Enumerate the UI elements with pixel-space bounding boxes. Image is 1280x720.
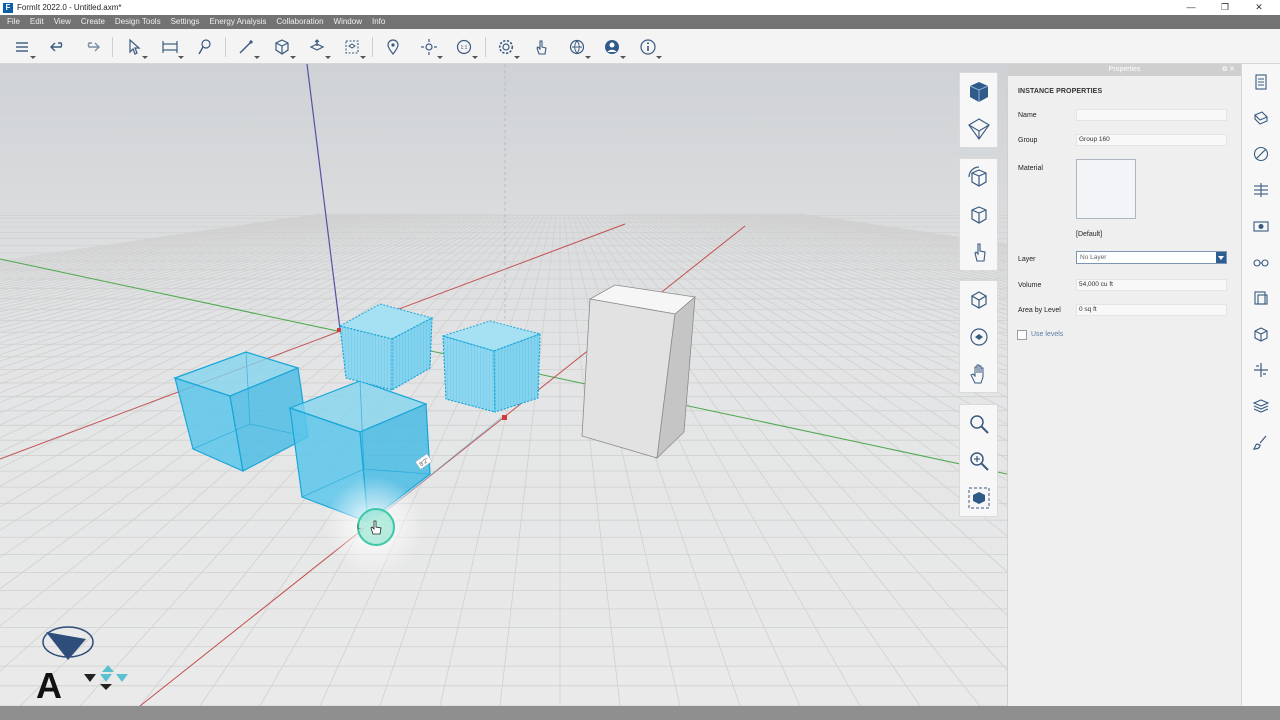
3d-scene[interactable]: 8'2" L A — [0, 64, 1007, 706]
materials-icon[interactable] — [1242, 100, 1280, 136]
menu-view[interactable]: View — [49, 15, 76, 29]
use-levels-label[interactable]: Use levels — [1031, 331, 1063, 338]
name-field[interactable] — [1076, 109, 1227, 121]
scenes-icon[interactable] — [1242, 208, 1280, 244]
layer-select-value: No Layer — [1080, 254, 1107, 261]
groups-icon[interactable] — [1242, 316, 1280, 352]
menu-energy-analysis[interactable]: Energy Analysis — [204, 15, 271, 29]
layers-icon[interactable] — [10, 35, 36, 59]
status-bar — [0, 706, 1280, 720]
push-pull-icon[interactable] — [305, 35, 331, 59]
walk-icon[interactable] — [960, 233, 997, 270]
redo-icon[interactable] — [80, 35, 104, 59]
layer-select[interactable]: No Layer — [1076, 251, 1227, 264]
properties-panel-header: Properties ⧉ ✕ — [1008, 64, 1241, 76]
scale-icon[interactable]: 1:1 — [452, 35, 478, 59]
menu-window[interactable]: Window — [329, 15, 367, 29]
window-title: FormIt 2022.0 - Untitled.axm* — [17, 3, 122, 12]
main-toolbar: 1:1 — [0, 29, 1280, 64]
menu-design-tools[interactable]: Design Tools — [110, 15, 166, 29]
chevron-down-icon[interactable] — [1216, 252, 1226, 263]
draw-line-icon[interactable] — [234, 35, 260, 59]
selected-cube-back-right[interactable] — [441, 320, 542, 413]
cursor-snap-label: L — [357, 524, 361, 531]
levels-icon[interactable] — [1242, 172, 1280, 208]
hand-gesture-icon[interactable] — [529, 35, 553, 59]
use-levels-checkbox[interactable] — [1017, 330, 1027, 340]
orbit-nav-group — [959, 158, 998, 271]
paint-palette-icon[interactable] — [1242, 424, 1280, 460]
snap-point-marker — [502, 415, 507, 420]
plugins-icon[interactable] — [1242, 352, 1280, 388]
orbit-icon[interactable] — [960, 281, 997, 318]
minimize-button[interactable]: — — [1174, 0, 1208, 15]
svg-text:A: A — [36, 665, 62, 706]
look-cube-icon[interactable] — [960, 196, 997, 233]
title-bar: F FormIt 2022.0 - Untitled.axm* — ❐ ✕ — [0, 0, 1280, 15]
gray-box-solid[interactable] — [581, 284, 696, 460]
right-panel-dock — [1241, 64, 1280, 706]
zoom-extents-icon[interactable] — [960, 479, 997, 516]
restore-button[interactable]: ❐ — [1208, 0, 1242, 15]
zoom-icon[interactable] — [960, 405, 997, 442]
formit-window: F FormIt 2022.0 - Untitled.axm* — ❐ ✕ Fi… — [0, 0, 1280, 720]
group-label: Group — [1018, 137, 1038, 144]
menu-settings[interactable]: Settings — [166, 15, 205, 29]
zoom-nav-group — [959, 404, 998, 517]
orbit-cube-icon[interactable] — [960, 159, 997, 196]
perspective-icon[interactable] — [960, 110, 997, 147]
view-nav-group — [959, 72, 998, 148]
volume-label: Volume — [1018, 282, 1042, 289]
view-cube-icon[interactable] — [960, 73, 997, 110]
properties-panel-title: Properties — [1108, 66, 1141, 73]
camera-nav-group — [959, 280, 998, 393]
3d-viewport[interactable]: 8'2" L A — [0, 64, 1007, 706]
share-icon[interactable] — [565, 35, 591, 59]
formit-logo: F — [3, 2, 13, 13]
location-icon[interactable] — [381, 35, 405, 59]
sketch-icon[interactable] — [1242, 136, 1280, 172]
paint-icon[interactable] — [193, 35, 217, 59]
visual-style-icon[interactable] — [1242, 244, 1280, 280]
tape-measure-icon[interactable] — [158, 35, 184, 59]
pan-hand-icon[interactable] — [960, 355, 997, 392]
menu-edit[interactable]: Edit — [25, 15, 49, 29]
layers-panel-icon[interactable] — [1242, 388, 1280, 424]
group-icon[interactable] — [340, 35, 366, 59]
menu-info[interactable]: Info — [367, 15, 390, 29]
account-icon[interactable] — [600, 35, 626, 59]
info-icon[interactable] — [636, 35, 662, 59]
material-value: [Default] — [1076, 231, 1103, 238]
svg-text:1:1: 1:1 — [461, 45, 468, 51]
menu-collaboration[interactable]: Collaboration — [271, 15, 328, 29]
sun-icon[interactable] — [417, 35, 443, 59]
instance-properties-title: INSTANCE PROPERTIES — [1018, 88, 1103, 95]
menu-bar: File Edit View Create Design Tools Setti… — [0, 15, 1280, 29]
material-label: Material — [1018, 165, 1043, 172]
material-swatch[interactable] — [1076, 159, 1136, 219]
zoom-window-icon[interactable] — [960, 442, 997, 479]
cube-primitive-icon[interactable] — [270, 35, 296, 59]
properties-panel: Properties ⧉ ✕ INSTANCE PROPERTIES Name … — [1007, 64, 1241, 706]
group-field[interactable]: Group 160 — [1076, 134, 1227, 146]
autodesk-logo: A — [36, 665, 62, 706]
area-by-level-label: Area by Level — [1018, 307, 1061, 314]
settings-icon[interactable] — [494, 35, 520, 59]
area-by-level-field: 0 sq ft — [1076, 304, 1227, 316]
snap-point-marker — [337, 328, 341, 332]
volume-field: 54,000 cu ft — [1076, 279, 1227, 291]
close-button[interactable]: ✕ — [1242, 0, 1276, 15]
name-label: Name — [1018, 112, 1037, 119]
select-icon[interactable] — [122, 35, 148, 59]
menu-file[interactable]: File — [2, 15, 25, 29]
panel-header-buttons[interactable]: ⧉ ✕ — [1222, 64, 1235, 76]
undo-icon[interactable] — [46, 35, 70, 59]
look-around-icon[interactable] — [960, 318, 997, 355]
menu-create[interactable]: Create — [76, 15, 110, 29]
components-icon[interactable] — [1242, 280, 1280, 316]
properties-icon[interactable] — [1242, 64, 1280, 100]
layer-label: Layer — [1018, 256, 1036, 263]
